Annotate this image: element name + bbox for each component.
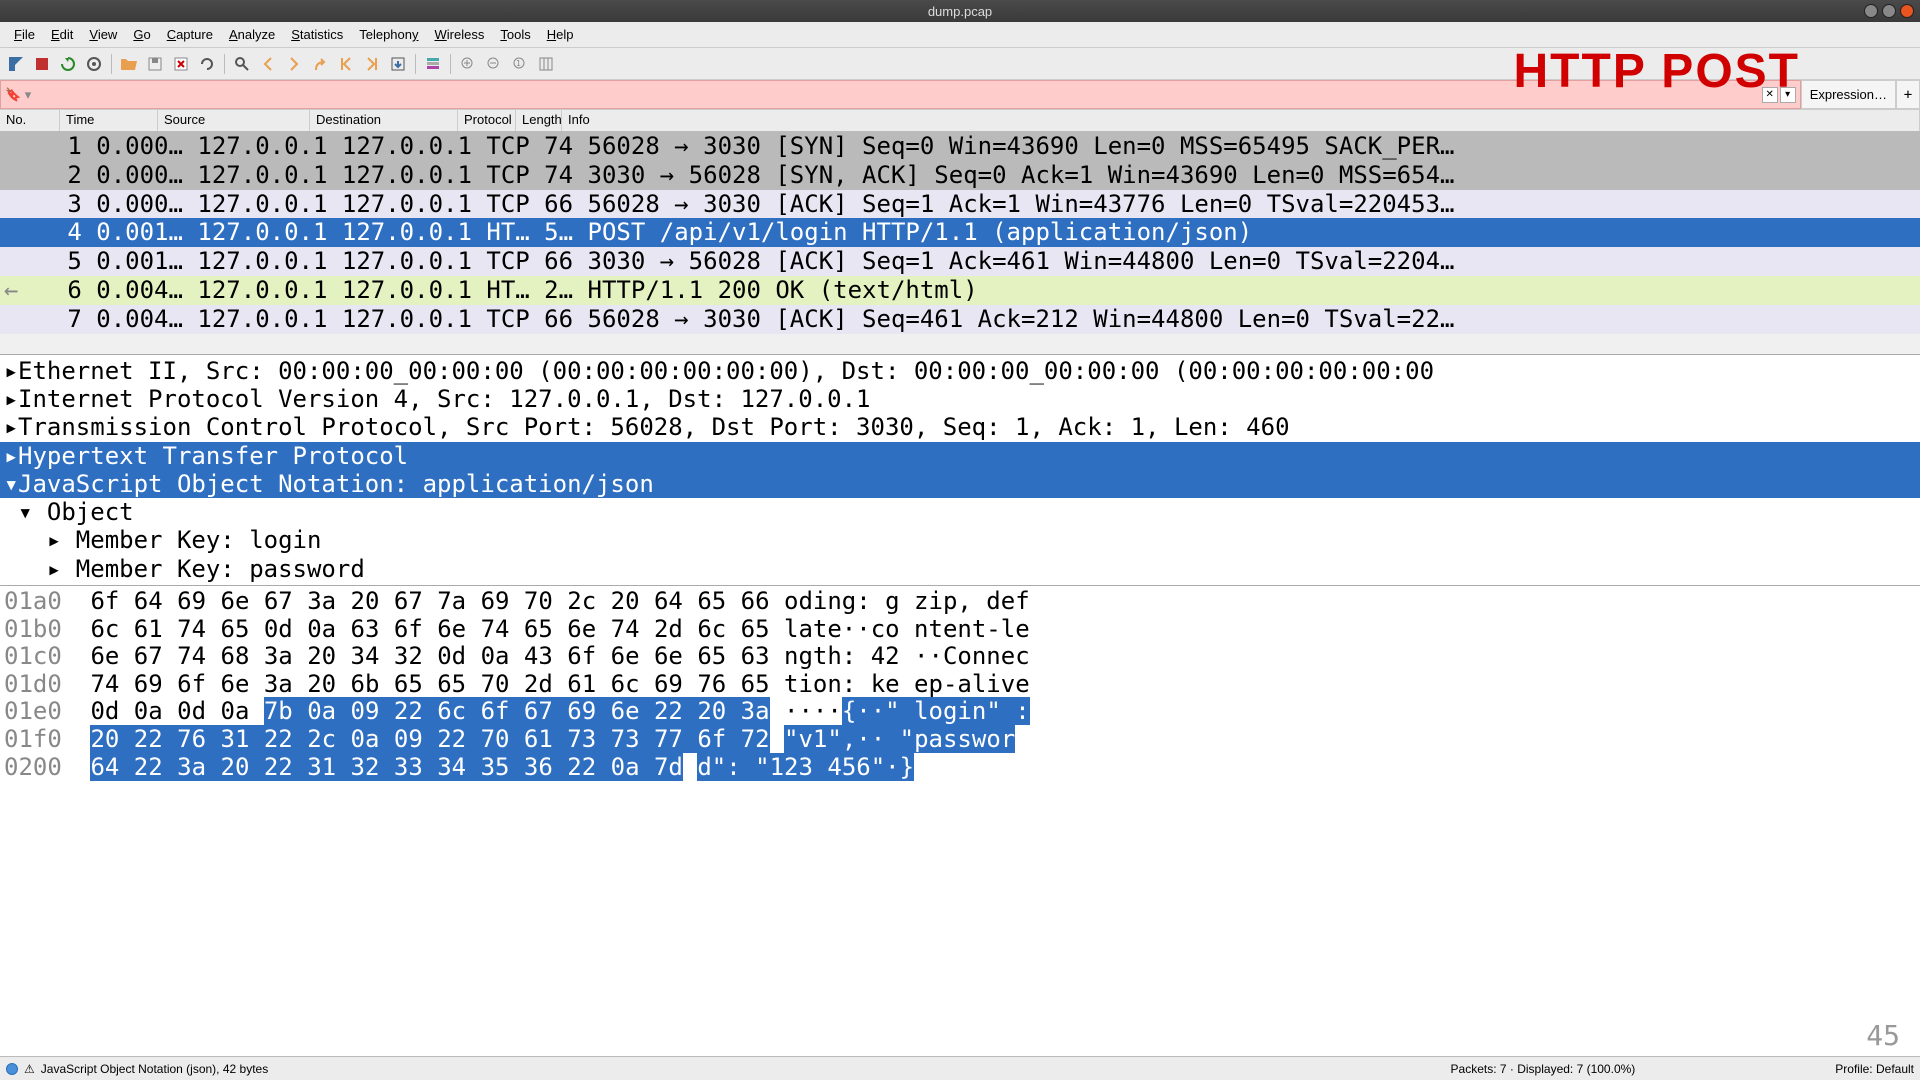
autoscroll-icon[interactable] xyxy=(386,52,410,76)
hex-row[interactable]: 01e0 0d 0a 0d 0a 7b 0a 09 22 6c 6f 67 69… xyxy=(0,698,1920,726)
detail-object[interactable]: ▾ Object xyxy=(0,498,1920,526)
next-packet-icon[interactable] xyxy=(282,52,306,76)
hex-row[interactable]: 01a0 6f 64 69 6e 67 3a 20 67 7a 69 70 2c… xyxy=(0,588,1920,616)
expression-button[interactable]: Expression… xyxy=(1801,80,1896,109)
hex-row[interactable]: 01b0 6c 61 74 65 0d 0a 63 6f 6e 74 65 6e… xyxy=(0,616,1920,644)
col-source[interactable]: Source xyxy=(158,110,310,131)
detail-http[interactable]: ▸Hypertext Transfer Protocol xyxy=(0,442,1920,470)
status-profile[interactable]: Profile: Default xyxy=(1835,1062,1914,1076)
menu-edit[interactable]: Edit xyxy=(43,27,81,42)
capture-options-icon[interactable] xyxy=(82,52,106,76)
packet-row[interactable]: 5 0.001… 127.0.0.1 127.0.0.1 TCP 66 3030… xyxy=(0,247,1920,276)
col-time[interactable]: Time xyxy=(60,110,158,131)
clear-filter-icon[interactable]: ✕ xyxy=(1762,87,1778,103)
menu-capture[interactable]: Capture xyxy=(159,27,221,42)
packet-row[interactable]: 1 0.000… 127.0.0.1 127.0.0.1 TCP 74 5602… xyxy=(0,132,1920,161)
col-length[interactable]: Length xyxy=(516,110,562,131)
menu-wireless[interactable]: Wireless xyxy=(427,27,493,42)
status-indicator-icon[interactable] xyxy=(6,1063,18,1075)
open-file-icon[interactable] xyxy=(117,52,141,76)
titlebar: dump.pcap xyxy=(0,0,1920,22)
filterbar: 🔖 ▾ ✕ ▾ Expression… + xyxy=(0,80,1920,110)
detail-json[interactable]: ▾JavaScript Object Notation: application… xyxy=(0,470,1920,498)
status-packets: Packets: 7 · Displayed: 7 (100.0%) xyxy=(1451,1062,1636,1076)
packet-row[interactable]: 3 0.000… 127.0.0.1 127.0.0.1 TCP 66 5602… xyxy=(0,190,1920,219)
reload-icon[interactable] xyxy=(195,52,219,76)
packet-details-pane[interactable]: ▸Ethernet II, Src: 00:00:00_00:00:00 (00… xyxy=(0,354,1920,586)
packet-row[interactable]: ← 6 0.004… 127.0.0.1 127.0.0.1 HT… 2… HT… xyxy=(0,276,1920,305)
restart-capture-icon[interactable] xyxy=(56,52,80,76)
save-file-icon[interactable] xyxy=(143,52,167,76)
zoom-reset-icon[interactable]: 1 xyxy=(508,52,532,76)
minimize-button[interactable] xyxy=(1864,4,1878,18)
resize-columns-icon[interactable] xyxy=(534,52,558,76)
find-icon[interactable] xyxy=(230,52,254,76)
packet-row[interactable]: 2 0.000… 127.0.0.1 127.0.0.1 TCP 74 3030… xyxy=(0,161,1920,190)
menu-view[interactable]: View xyxy=(81,27,125,42)
detail-ethernet[interactable]: ▸Ethernet II, Src: 00:00:00_00:00:00 (00… xyxy=(0,357,1920,385)
maximize-button[interactable] xyxy=(1882,4,1896,18)
hex-dump-pane[interactable]: 01a0 6f 64 69 6e 67 3a 20 67 7a 69 70 2c… xyxy=(0,585,1920,1056)
menubar: File Edit View Go Capture Analyze Statis… xyxy=(0,22,1920,48)
zoom-out-icon[interactable] xyxy=(482,52,506,76)
status-left: JavaScript Object Notation (json), 42 by… xyxy=(41,1062,268,1076)
zoom-in-icon[interactable] xyxy=(456,52,480,76)
col-info[interactable]: Info xyxy=(562,110,1920,131)
packet-row[interactable]: → 4 0.001… 127.0.0.1 127.0.0.1 HT… 5… PO… xyxy=(0,218,1920,247)
packet-list-header: No. Time Source Destination Protocol Len… xyxy=(0,110,1920,132)
menu-analyze[interactable]: Analyze xyxy=(221,27,283,42)
apply-filter-icon[interactable]: ▾ xyxy=(1780,87,1796,103)
bookmark-icon[interactable]: 🔖 ▾ xyxy=(5,87,31,103)
menu-tools[interactable]: Tools xyxy=(492,27,538,42)
toolbar: 1 xyxy=(0,48,1920,80)
hex-row[interactable]: 01c0 6e 67 74 68 3a 20 34 32 0d 0a 43 6f… xyxy=(0,643,1920,671)
start-capture-icon[interactable] xyxy=(4,52,28,76)
col-destination[interactable]: Destination xyxy=(310,110,458,131)
expert-info-icon[interactable]: ⚠ xyxy=(24,1062,35,1076)
close-file-icon[interactable] xyxy=(169,52,193,76)
prev-packet-icon[interactable] xyxy=(256,52,280,76)
display-filter-input[interactable]: 🔖 ▾ ✕ ▾ xyxy=(0,80,1801,109)
packet-row[interactable]: 7 0.004… 127.0.0.1 127.0.0.1 TCP 66 5602… xyxy=(0,305,1920,334)
col-no[interactable]: No. xyxy=(0,110,60,131)
statusbar: ⚠ JavaScript Object Notation (json), 42 … xyxy=(0,1056,1920,1080)
hex-row[interactable]: 0200 64 22 3a 20 22 31 32 33 34 35 36 22… xyxy=(0,754,1920,782)
packet-list[interactable]: 1 0.000… 127.0.0.1 127.0.0.1 TCP 74 5602… xyxy=(0,132,1920,334)
menu-statistics[interactable]: Statistics xyxy=(283,27,351,42)
add-filter-button[interactable]: + xyxy=(1896,80,1920,109)
hex-row[interactable]: 01f0 20 22 76 31 22 2c 0a 09 22 70 61 73… xyxy=(0,726,1920,754)
stop-capture-icon[interactable] xyxy=(30,52,54,76)
menu-telephony[interactable]: Telephony xyxy=(351,27,426,42)
col-protocol[interactable]: Protocol xyxy=(458,110,516,131)
colorize-icon[interactable] xyxy=(421,52,445,76)
menu-file[interactable]: File xyxy=(6,27,43,42)
menu-go[interactable]: Go xyxy=(125,27,158,42)
detail-tcp[interactable]: ▸Transmission Control Protocol, Src Port… xyxy=(0,413,1920,441)
jump-icon[interactable] xyxy=(308,52,332,76)
go-first-icon[interactable] xyxy=(334,52,358,76)
page-number: 45 xyxy=(1866,1020,1900,1052)
go-last-icon[interactable] xyxy=(360,52,384,76)
menu-help[interactable]: Help xyxy=(539,27,582,42)
detail-ip[interactable]: ▸Internet Protocol Version 4, Src: 127.0… xyxy=(0,385,1920,413)
detail-member-password[interactable]: ▸ Member Key: password xyxy=(0,555,1920,583)
hex-row[interactable]: 01d0 74 69 6f 6e 3a 20 6b 65 65 70 2d 61… xyxy=(0,671,1920,699)
close-button[interactable] xyxy=(1900,4,1914,18)
svg-text:1: 1 xyxy=(516,59,521,68)
detail-member-login[interactable]: ▸ Member Key: login xyxy=(0,526,1920,554)
window-title: dump.pcap xyxy=(928,4,992,19)
